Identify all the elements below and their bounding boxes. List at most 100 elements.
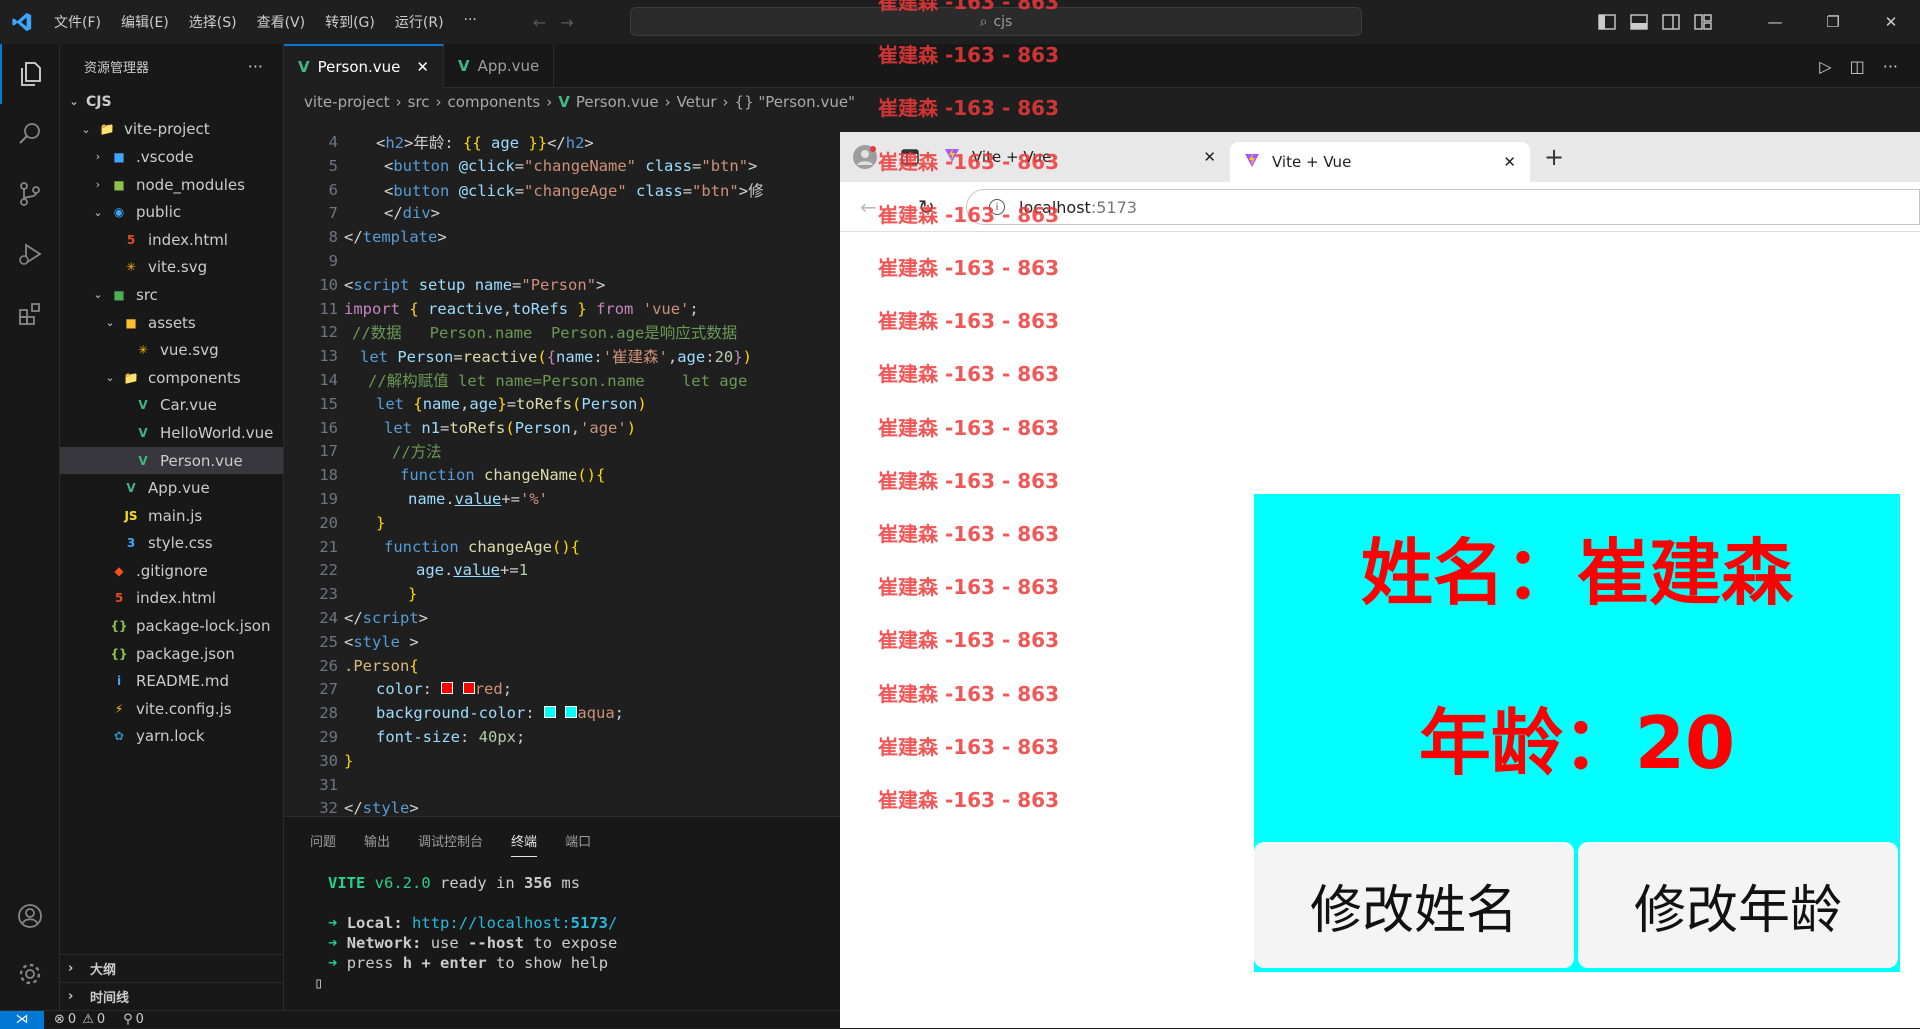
menu-go[interactable]: 转到(G) (315, 12, 385, 32)
menu-file[interactable]: 文件(F) (44, 12, 111, 32)
file-tree-item[interactable]: ⌄ 📁 components (60, 364, 283, 392)
explorer-more-button[interactable]: ··· (248, 57, 263, 76)
customize-layout-icon[interactable] (1694, 14, 1712, 30)
tab-app-vue[interactable]: V App.vue (444, 44, 555, 88)
browser-back-icon[interactable]: ← (860, 195, 877, 219)
tab-terminal[interactable]: 终端 (511, 831, 538, 857)
menu-more[interactable]: ··· (454, 12, 487, 32)
person-component: 姓名：崔建森 年龄：20 修改姓名 修改年龄 (1254, 494, 1900, 972)
file-tree-item[interactable]: JS main.js (60, 502, 283, 530)
breadcrumb-item[interactable]: {} "Person.vue" (735, 93, 855, 111)
file-tree-item[interactable]: ✳ vite.svg (60, 254, 283, 282)
nav-arrows: ←→ (533, 13, 588, 32)
toggle-sidebar-icon[interactable] (1598, 14, 1616, 30)
file-tree-item[interactable]: i README.md (60, 667, 283, 695)
file-tree-label: yarn.lock (136, 727, 205, 746)
breadcrumb-item[interactable]: components (448, 93, 541, 111)
code-text: <button @click="changeAge" class="btn">修 (384, 181, 764, 200)
file-tree-item[interactable]: ⚡ vite.config.js (60, 695, 283, 723)
file-tree-label: public (136, 203, 182, 222)
minimize-button[interactable]: — (1746, 13, 1804, 31)
ports-icon[interactable]: ⚲ (123, 1012, 133, 1027)
more-actions-icon[interactable]: ··· (1883, 57, 1898, 76)
menu-selection[interactable]: 选择(S) (179, 12, 247, 32)
error-count[interactable]: 0 (68, 1012, 76, 1027)
settings-gear-icon[interactable] (0, 944, 60, 1004)
tab-debug-console[interactable]: 调试控制台 (418, 831, 483, 857)
back-arrow-icon[interactable]: ← (533, 13, 560, 32)
code-line: 15 let {name,age}=toRefs(Person) (284, 392, 840, 416)
close-tab-icon[interactable]: ✕ (1503, 153, 1516, 171)
breadcrumb-item[interactable]: vite-project (304, 93, 390, 111)
file-tree-item[interactable]: V App.vue (60, 474, 283, 502)
change-age-button[interactable]: 修改年龄 (1578, 842, 1898, 968)
browser-tab-2[interactable]: Vite + Vue ✕ (1230, 142, 1530, 182)
file-tree-label: vite.config.js (136, 699, 232, 718)
run-debug-icon[interactable] (0, 224, 60, 284)
file-tree-item[interactable]: V HelloWorld.vue (60, 419, 283, 447)
search-sidebar-icon[interactable] (0, 104, 60, 164)
file-tree-item[interactable]: ⌄ 📁 vite-project (60, 116, 283, 144)
tab-problems[interactable]: 问题 (310, 831, 336, 857)
file-tree-item[interactable]: 5 index.html (60, 585, 283, 613)
file-tree-item[interactable]: ✿ yarn.lock (60, 723, 283, 751)
file-tree-item[interactable]: › ■ node_modules (60, 171, 283, 199)
toggle-panel-icon[interactable] (1630, 14, 1648, 30)
code-line: 32 </style> (284, 796, 840, 816)
file-tree-item[interactable]: 5 index.html (60, 226, 283, 254)
yarn-icon: ✿ (113, 729, 125, 744)
outline-section[interactable]: › 大纲 (60, 954, 284, 982)
chevron-right-icon: › (68, 961, 74, 976)
file-tree-item[interactable]: ⌄ ■ src (60, 281, 283, 309)
restore-button[interactable]: ❐ (1804, 13, 1862, 31)
file-tree-item[interactable]: ◆ .gitignore (60, 557, 283, 585)
tab-person-vue[interactable]: V Person.vue ✕ (284, 44, 444, 88)
close-tab-icon[interactable]: ✕ (1203, 148, 1216, 166)
menu-view[interactable]: 查看(V) (247, 12, 316, 32)
file-tree-item[interactable]: V Car.vue (60, 392, 283, 420)
tab-ports[interactable]: 端口 (565, 831, 591, 857)
breadcrumb-item[interactable]: Vetur (677, 93, 717, 111)
change-name-button[interactable]: 修改姓名 (1254, 842, 1574, 968)
extensions-icon[interactable] (0, 284, 60, 344)
breadcrumb-item[interactable]: src (408, 93, 430, 111)
warning-count[interactable]: 0 (97, 1012, 105, 1027)
tab-output[interactable]: 输出 (364, 831, 390, 857)
accounts-icon[interactable] (0, 886, 60, 946)
file-tree-item[interactable]: {} package.json (60, 640, 283, 668)
file-tree-item[interactable]: ⌄ ■ assets (60, 309, 283, 337)
errors-icon[interactable]: ⊗ (54, 1012, 65, 1027)
breadcrumb-item[interactable]: Person.vue (576, 93, 659, 111)
forward-arrow-icon[interactable]: → (560, 13, 587, 32)
remote-indicator-icon[interactable]: ⋊ (0, 1010, 44, 1029)
close-window-button[interactable]: ✕ (1862, 13, 1920, 31)
code-text: color: red; (376, 680, 513, 699)
file-tree-label: src (136, 285, 158, 304)
explorer-icon[interactable] (0, 44, 60, 104)
source-control-icon[interactable] (0, 164, 60, 224)
file-tree-item[interactable]: {} package-lock.json (60, 612, 283, 640)
ports-count[interactable]: 0 (136, 1012, 144, 1027)
file-tree-item[interactable]: ⌄ ◉ public (60, 198, 283, 226)
file-tree-item[interactable]: › ■ .vscode (60, 143, 283, 171)
timeline-section[interactable]: › 时间线 (60, 982, 284, 1010)
code-line: 14 //解构赋值 let name=Person.name let age (284, 368, 840, 392)
file-tree-item[interactable]: ✳ vue.svg (60, 336, 283, 364)
file-tree-item[interactable]: 3 style.css (60, 530, 283, 558)
menu-edit[interactable]: 编辑(E) (111, 12, 179, 32)
warning-icon[interactable]: ⚠ (82, 1012, 94, 1027)
css-icon: 3 (126, 536, 136, 551)
code-editor[interactable]: 4 <h2>年龄: {{ age }}</h2> 5 <button @click="… (284, 116, 840, 816)
file-tree-item[interactable]: V Person.vue (60, 446, 283, 475)
toggle-secondary-sidebar-icon[interactable] (1662, 14, 1680, 30)
terminal-output[interactable]: VITE v6.2.0 ready in 356 ms ➜ Local: htt… (284, 873, 840, 993)
close-tab-icon[interactable]: ✕ (416, 58, 429, 76)
chevron-down-icon: ⌄ (93, 288, 103, 302)
address-bar[interactable]: i localhost:5173 (966, 189, 1920, 225)
code-line: 18 function changeName(){ (284, 463, 840, 487)
new-tab-icon[interactable]: + (1544, 143, 1564, 171)
split-editor-icon[interactable]: ◫ (1850, 57, 1865, 76)
workspace-root[interactable]: ⌄ CJS (60, 88, 283, 116)
menu-run[interactable]: 运行(R) (385, 12, 454, 32)
run-icon[interactable]: ▷ (1819, 57, 1831, 76)
